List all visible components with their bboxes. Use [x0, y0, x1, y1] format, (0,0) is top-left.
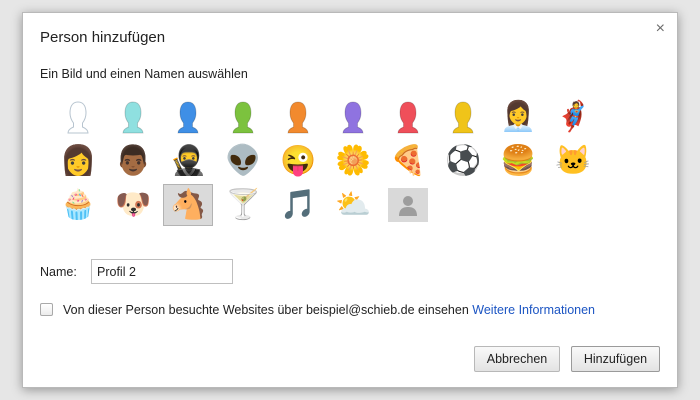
learn-more-link[interactable]: Weitere Informationen	[472, 303, 595, 317]
avatar-flower-icon: 🌼	[334, 144, 372, 177]
avatar-placeholder-silhouette-icon	[388, 188, 428, 222]
avatar-generic-blue-icon	[177, 101, 199, 134]
avatar-option[interactable]: 👩‍💼	[493, 96, 543, 138]
avatar-option[interactable]: ⛅	[328, 184, 378, 226]
avatar-music-note-icon: 🎵	[279, 188, 317, 221]
avatar-option[interactable]: 😜	[273, 140, 323, 182]
avatar-option[interactable]	[438, 96, 488, 138]
name-label: Name:	[40, 265, 77, 279]
avatar-ninja-icon: 🥷	[169, 144, 207, 177]
dialog-title: Person hinzufügen	[40, 29, 166, 46]
avatar-generic-white-icon	[67, 101, 89, 134]
avatar-generic-red-icon	[397, 101, 419, 134]
avatar-option[interactable]: ⚽	[438, 140, 488, 182]
avatar-cupcake-icon: 🧁	[59, 188, 97, 221]
avatar-pizza-icon: 🍕	[389, 144, 427, 177]
avatar-option[interactable]	[328, 96, 378, 138]
supervision-checkbox[interactable]	[40, 303, 53, 316]
avatar-option[interactable]	[383, 96, 433, 138]
cancel-button[interactable]: Abbrechen	[474, 346, 560, 372]
avatar-option[interactable]	[273, 96, 323, 138]
avatar-option[interactable]: 🍕	[383, 140, 433, 182]
add-person-dialog: Person hinzufügen × Ein Bild und einen N…	[22, 12, 678, 388]
avatar-option[interactable]: 👽	[218, 140, 268, 182]
avatar-section-subtitle: Ein Bild und einen Namen auswählen	[40, 67, 248, 81]
avatar-option[interactable]: 👩	[53, 140, 103, 182]
add-button[interactable]: Hinzufügen	[571, 346, 660, 372]
avatar-smiley-icon: 😜	[279, 144, 317, 177]
avatar-option[interactable]	[383, 184, 433, 226]
avatar-man-icon: 👨🏾	[114, 144, 152, 177]
avatar-option[interactable]	[218, 96, 268, 138]
avatar-generic-cyan-icon	[122, 101, 144, 134]
avatar-option[interactable]: 🍸	[218, 184, 268, 226]
avatar-option[interactable]	[108, 96, 158, 138]
avatar-option[interactable]: 🎵	[273, 184, 323, 226]
avatar-option[interactable]: 🦸	[548, 96, 598, 138]
avatar-option[interactable]: 🧁	[53, 184, 103, 226]
avatar-generic-orange-icon	[287, 101, 309, 134]
avatar-option[interactable]: 🌼	[328, 140, 378, 182]
avatar-option[interactable]: 🍔	[493, 140, 543, 182]
avatar-businesswoman-icon: 👩‍💼	[499, 100, 537, 133]
supervision-label: Von dieser Person besuchte Websites über…	[63, 303, 595, 317]
avatar-option[interactable]: 🥷	[163, 140, 213, 182]
avatar-soccer-ball-icon: ⚽	[444, 144, 482, 177]
avatar-option[interactable]: 🐴	[163, 184, 213, 226]
avatar-generic-purple-icon	[342, 101, 364, 134]
name-input[interactable]	[91, 259, 233, 284]
avatar-option[interactable]	[53, 96, 103, 138]
avatar-generic-green-icon	[232, 101, 254, 134]
supervision-text: Von dieser Person besuchte Websites über…	[63, 303, 469, 317]
avatar-generic-yellow-icon	[452, 101, 474, 134]
avatar-burger-icon: 🍔	[499, 144, 537, 177]
avatar-woman-sunglasses-icon: 👩	[59, 144, 97, 177]
avatar-option[interactable]	[163, 96, 213, 138]
avatar-dog-icon: 🐶	[114, 188, 152, 221]
avatar-option[interactable]: 🐱	[548, 140, 598, 182]
close-icon[interactable]: ×	[656, 21, 665, 37]
avatar-alien-icon: 👽	[224, 144, 262, 177]
avatar-horse-icon: 🐴	[169, 188, 207, 221]
avatar-cocktail-icon: 🍸	[224, 188, 262, 221]
avatar-sun-cloud-icon: ⛅	[334, 188, 372, 221]
avatar-cat-icon: 🐱	[554, 144, 592, 177]
avatar-superhero-icon: 🦸	[554, 100, 592, 133]
avatar-option[interactable]: 👨🏾	[108, 140, 158, 182]
avatar-option[interactable]: 🐶	[108, 184, 158, 226]
